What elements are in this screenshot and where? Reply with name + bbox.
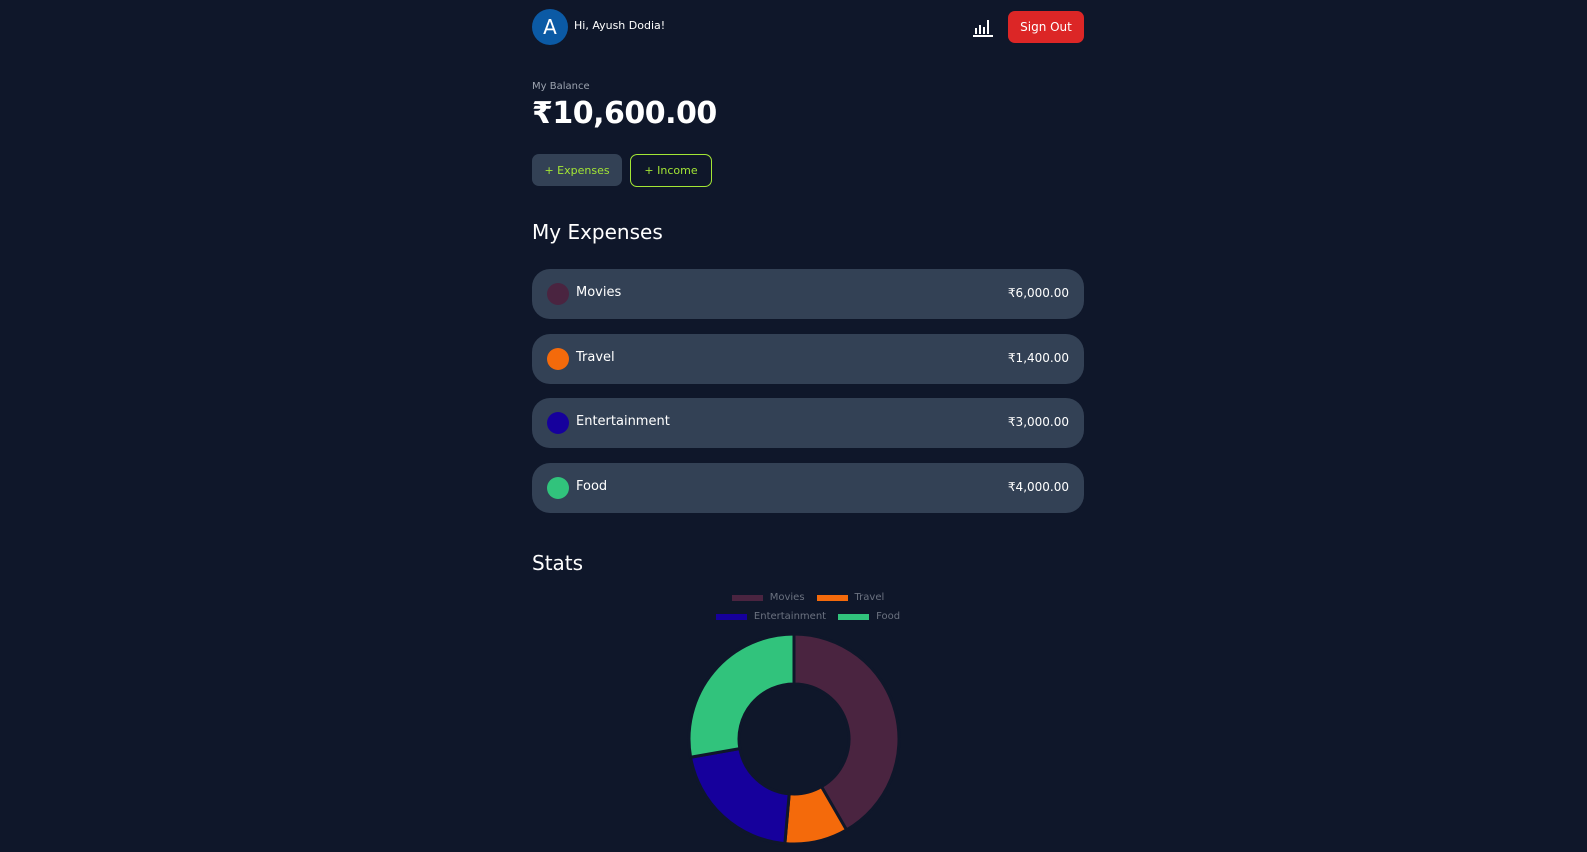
category-color-dot xyxy=(547,476,569,499)
legend-swatch xyxy=(731,594,763,601)
bar-chart-icon[interactable] xyxy=(972,17,994,37)
avatar[interactable]: A xyxy=(532,9,568,45)
donut-slice-entertainment[interactable] xyxy=(688,746,791,846)
add-income-button[interactable]: + Income xyxy=(630,154,712,187)
legend-item-entertainment[interactable]: Entertainment xyxy=(715,611,827,622)
legend-item-movies[interactable]: Movies xyxy=(731,592,805,603)
legend-swatch xyxy=(816,594,848,601)
donut-slice-food[interactable] xyxy=(687,632,796,759)
app-container: A Hi, Ayush Dodia! Sign Out My Balance ₹… xyxy=(532,0,1084,846)
expense-item-travel[interactable]: Travel ₹1,400.00 xyxy=(532,333,1084,384)
expense-amount: ₹3,000.00 xyxy=(1007,415,1069,429)
expense-amount: ₹6,000.00 xyxy=(1007,286,1069,300)
expense-item-movies[interactable]: Movies ₹6,000.00 xyxy=(532,269,1084,319)
sign-out-button[interactable]: Sign Out xyxy=(1008,11,1084,43)
expense-name: Movies xyxy=(576,285,622,300)
expense-item-entertainment[interactable]: Entertainment ₹3,000.00 xyxy=(532,398,1084,448)
category-color-dot xyxy=(547,412,569,434)
chart-legend: Movies Travel Entertainment Food xyxy=(532,588,1084,626)
category-color-dot xyxy=(547,283,569,305)
legend-label: Travel xyxy=(854,592,885,603)
balance-amount: ₹10,600.00 xyxy=(532,96,717,131)
expense-item-food[interactable]: Food ₹4,000.00 xyxy=(532,462,1084,513)
expense-list: Movies ₹6,000.00 Travel ₹1,400.00 Entert… xyxy=(532,269,1084,527)
legend-item-food[interactable]: Food xyxy=(838,611,900,622)
header: A Hi, Ayush Dodia! Sign Out xyxy=(532,0,1084,56)
expense-name: Travel xyxy=(576,349,615,365)
expense-amount: ₹4,000.00 xyxy=(1007,479,1069,494)
balance-label: My Balance xyxy=(532,81,590,92)
legend-item-travel[interactable]: Travel xyxy=(816,592,885,603)
add-expenses-button[interactable]: + Expenses xyxy=(532,154,622,186)
greeting-text: Hi, Ayush Dodia! xyxy=(574,19,666,32)
legend-label: Entertainment xyxy=(753,611,827,622)
category-color-dot xyxy=(547,347,569,370)
expense-name: Food xyxy=(576,478,608,494)
stats-title: Stats xyxy=(532,551,584,575)
expense-donut-chart xyxy=(687,632,901,846)
legend-label: Movies xyxy=(769,592,805,603)
legend-swatch xyxy=(715,613,747,620)
legend-swatch xyxy=(838,613,870,620)
legend-label: Food xyxy=(876,611,901,622)
expense-amount: ₹1,400.00 xyxy=(1007,350,1069,365)
expenses-title: My Expenses xyxy=(532,220,663,244)
expense-name: Entertainment xyxy=(576,414,670,429)
